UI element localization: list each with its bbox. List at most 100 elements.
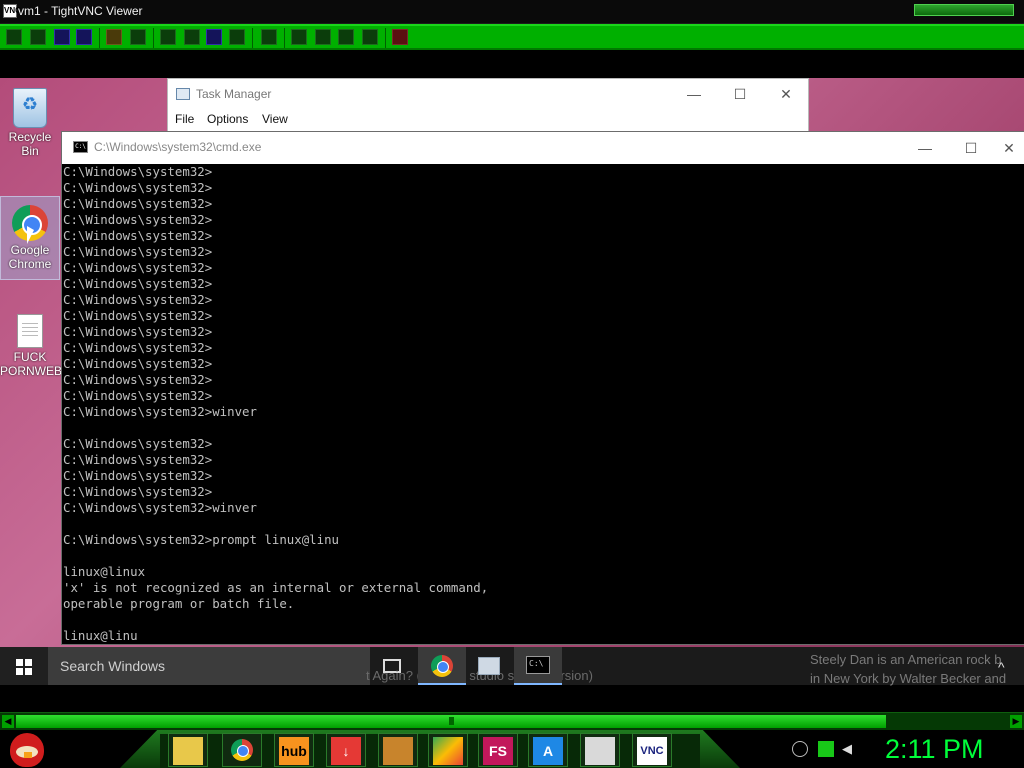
task-manager-window[interactable]: Task Manager — ☐ ✕ File Options View <box>167 78 809 138</box>
cube-app-icon[interactable] <box>378 733 418 767</box>
cmd-minimize-button[interactable]: — <box>902 137 948 159</box>
console-line: C:\Windows\system32> <box>63 180 213 195</box>
screen: VNC vm1 - TightVNC Viewer Recycle Bin <box>0 0 1024 768</box>
console-line: C:\Windows\system32>winver <box>63 404 257 419</box>
console-line: C:\Windows\system32> <box>63 372 213 387</box>
task-manager-icon <box>176 88 190 100</box>
alt-key-icon[interactable] <box>229 29 245 45</box>
task-manager-icon <box>478 657 500 675</box>
cmd-close-button[interactable]: ✕ <box>994 137 1024 159</box>
options-icon[interactable] <box>54 29 70 45</box>
cmd-maximize-button[interactable]: ☐ <box>948 137 994 159</box>
a-app-icon[interactable]: A <box>528 733 568 767</box>
ctrl-alt-del-icon[interactable] <box>160 29 176 45</box>
cmd-icon: C:\ <box>526 656 550 674</box>
vnc-app-icon: VNC <box>3 4 21 18</box>
task-manager-minimize-button[interactable]: — <box>671 84 717 104</box>
cmd-console-output[interactable]: C:\Windows\system32> C:\Windows\system32>… <box>62 164 1024 644</box>
save-icon[interactable] <box>30 29 46 45</box>
console-line: C:\Windows\system32> <box>63 388 213 403</box>
chrome-app-icon[interactable] <box>222 733 262 767</box>
pause-icon[interactable] <box>106 29 122 45</box>
console-line: C:\Windows\system32> <box>63 276 213 291</box>
task-manager-close-button[interactable]: ✕ <box>763 84 809 104</box>
snip-app-icon[interactable] <box>580 733 620 767</box>
fs-app-icon[interactable]: FS <box>478 733 518 767</box>
cmd-title: C:\Windows\system32\cmd.exe <box>94 140 262 154</box>
close-connection-icon[interactable] <box>392 29 408 45</box>
bleed-line: Steely Dan is an American rock b <box>810 652 1002 667</box>
info-icon[interactable] <box>76 29 92 45</box>
fullscreen-icon[interactable] <box>338 29 354 45</box>
bleed-through-text-right: Steely Dan is an American rock b in New … <box>810 650 1024 688</box>
console-line: C:\Windows\system32> <box>63 244 213 259</box>
console-line: C:\Windows\system32> <box>63 324 213 339</box>
vnc-window-controls[interactable] <box>914 4 1014 16</box>
ctrl-esc-icon[interactable] <box>184 29 200 45</box>
vnc-horizontal-scrollbar[interactable]: ◀ ▶ <box>0 712 1024 730</box>
console-line: C:\Windows\system32> <box>63 484 213 499</box>
recycle-bin-icon <box>13 88 47 128</box>
console-line: C:\Windows\system32> <box>63 228 213 243</box>
scale-out-icon[interactable] <box>315 29 331 45</box>
desktop-icon-label: Google Chrome <box>8 243 52 271</box>
mouse-cursor-icon <box>27 226 34 244</box>
chrome-icon <box>231 739 253 761</box>
taskbar-cmd[interactable]: C:\ <box>514 647 562 685</box>
hub-app-icon[interactable]: hub <box>274 733 314 767</box>
taskbar-chrome[interactable] <box>418 647 466 685</box>
scale-fit-icon[interactable] <box>362 29 378 45</box>
scale-in-icon[interactable] <box>291 29 307 45</box>
vnc-app-icon[interactable]: VNC <box>632 733 672 767</box>
task-manager-maximize-button[interactable]: ☐ <box>717 84 763 104</box>
file-transfer-icon[interactable] <box>261 29 277 45</box>
bleed-line: in New York by Walter Becker and <box>810 671 1007 686</box>
download-app-icon[interactable]: ↓ <box>326 733 366 767</box>
menu-file[interactable]: File <box>175 112 194 126</box>
maps-app-icon[interactable] <box>428 733 468 767</box>
folder-app-icon[interactable] <box>168 733 208 767</box>
tray-volume-icon[interactable]: ◀ <box>842 741 858 757</box>
cmd-window[interactable]: C:\ C:\Windows\system32\cmd.exe — ☐ ✕ C:… <box>61 131 1024 645</box>
host-clock[interactable]: 2:11 PM <box>885 732 1015 766</box>
console-line: operable program or batch file. <box>63 596 295 611</box>
desktop-icon-label: FUCK PORNWEB <box>0 350 63 378</box>
console-line: C:\Windows\system32> <box>63 308 213 323</box>
new-connection-icon[interactable] <box>6 29 22 45</box>
task-manager-title: Task Manager <box>196 87 272 101</box>
search-placeholder: Search Windows <box>60 658 166 674</box>
toolbar-separator <box>284 28 285 48</box>
console-line: C:\Windows\system32> <box>63 452 213 467</box>
tray-chevron-icon[interactable]: ^ <box>998 659 1005 675</box>
document-desktop-icon[interactable]: FUCK PORNWEB <box>0 314 63 378</box>
search-box[interactable]: Search Windows <box>48 647 370 685</box>
menu-view[interactable]: View <box>262 112 288 126</box>
vnc-toolbar <box>0 24 1024 50</box>
host-taskbar: hub ↓ FS A VNC ◀ 2:11 PM <box>0 730 1024 768</box>
console-line: C:\Windows\system32>prompt linux@linu <box>63 532 340 547</box>
tray-battery-icon[interactable] <box>818 741 834 757</box>
recycle-bin-desktop-icon[interactable]: Recycle Bin <box>0 88 60 158</box>
console-line: C:\Windows\system32> <box>63 260 213 275</box>
refresh-icon[interactable] <box>130 29 146 45</box>
taskbar-task-manager[interactable] <box>466 647 514 685</box>
cmd-titlebar[interactable]: C:\ C:\Windows\system32\cmd.exe — ☐ ✕ <box>62 132 1024 164</box>
scroll-left-icon[interactable]: ◀ <box>2 715 14 728</box>
console-line: linux@linu <box>63 628 138 643</box>
tray-network-icon[interactable] <box>792 741 808 757</box>
chrome-icon <box>431 655 453 677</box>
remote-desktop: Recycle Bin Google Chrome FUCK PORNWEB T… <box>0 78 1024 685</box>
console-line: C:\Windows\system32> <box>63 164 213 179</box>
console-line: 'x' is not recognized as an internal or … <box>63 580 489 595</box>
menu-options[interactable]: Options <box>207 112 248 126</box>
scroll-right-icon[interactable]: ▶ <box>1010 715 1022 728</box>
toolbar-separator <box>385 28 386 48</box>
console-line: C:\Windows\system32>winver <box>63 500 257 515</box>
angry-birds-start-icon[interactable] <box>10 733 44 767</box>
ctrl-key-icon[interactable] <box>206 29 222 45</box>
cmd-icon: C:\ <box>73 141 88 153</box>
console-line: C:\Windows\system32> <box>63 340 213 355</box>
start-button[interactable] <box>0 647 48 685</box>
